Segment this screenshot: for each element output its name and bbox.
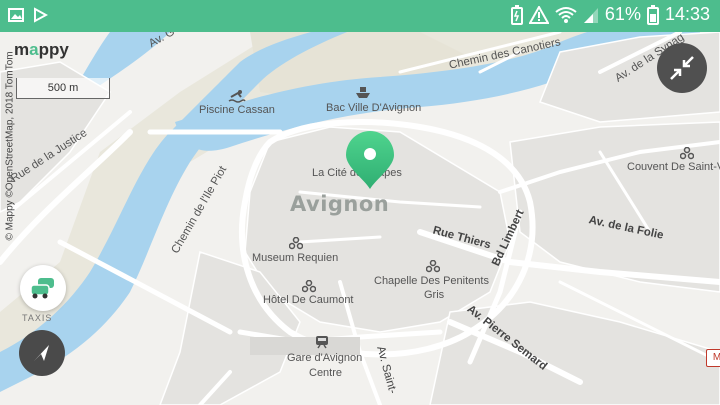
battery-icon bbox=[646, 4, 659, 25]
poi-label: Centre bbox=[309, 367, 343, 379]
taxi-button[interactable] bbox=[20, 265, 66, 311]
signal-icon bbox=[583, 6, 599, 24]
monument-icon bbox=[680, 147, 694, 160]
road-sign-badge: M bbox=[706, 349, 720, 367]
navigation-arrow-icon bbox=[34, 345, 49, 361]
scale-bar: 500 m bbox=[16, 78, 110, 99]
poi-label: Couvent De Saint-V bbox=[627, 161, 720, 173]
poi-label: Bac Ville D'Avignon bbox=[326, 102, 422, 114]
museum-icon bbox=[289, 237, 303, 250]
poi-label: Chapelle Des Penitents bbox=[374, 275, 489, 287]
museum-icon bbox=[302, 280, 316, 293]
locate-me-button[interactable] bbox=[19, 330, 65, 376]
poi-label: Gris bbox=[424, 289, 445, 301]
location-pin-icon[interactable] bbox=[344, 131, 396, 191]
monument-icon bbox=[426, 260, 440, 273]
collapse-arrows-icon bbox=[670, 56, 694, 80]
poi-label: Museum Requien bbox=[252, 252, 339, 264]
ferry-icon bbox=[356, 87, 370, 98]
alert-icon bbox=[528, 5, 549, 24]
play-store-icon bbox=[32, 7, 48, 23]
battery-percent: 61% bbox=[604, 4, 641, 24]
collapse-map-button[interactable] bbox=[657, 43, 707, 93]
taxi-label: TAXIS bbox=[22, 313, 53, 323]
taxi-icon bbox=[30, 278, 54, 299]
mappy-logo: mappy bbox=[14, 40, 69, 59]
wifi-icon bbox=[555, 6, 577, 24]
map-view[interactable]: mappy 500 m © Mappy ©OpenStreetMap, 2018… bbox=[0, 32, 720, 405]
train-station-icon bbox=[316, 336, 328, 349]
status-bar: 61% 14:33 bbox=[0, 0, 720, 32]
swimming-pool-icon bbox=[228, 90, 246, 103]
map-attribution: © Mappy ©OpenStreetMap, 2018 TomTom bbox=[4, 51, 16, 241]
poi-label: Hôtel De Caumont bbox=[263, 294, 354, 306]
clock: 14:33 bbox=[664, 4, 710, 24]
city-label: Avignon bbox=[290, 192, 390, 216]
battery-charging-icon bbox=[510, 4, 523, 25]
poi-label: Gare d'Avignon bbox=[287, 352, 363, 364]
image-icon bbox=[8, 7, 24, 23]
poi-label: Piscine Cassan bbox=[199, 104, 275, 116]
